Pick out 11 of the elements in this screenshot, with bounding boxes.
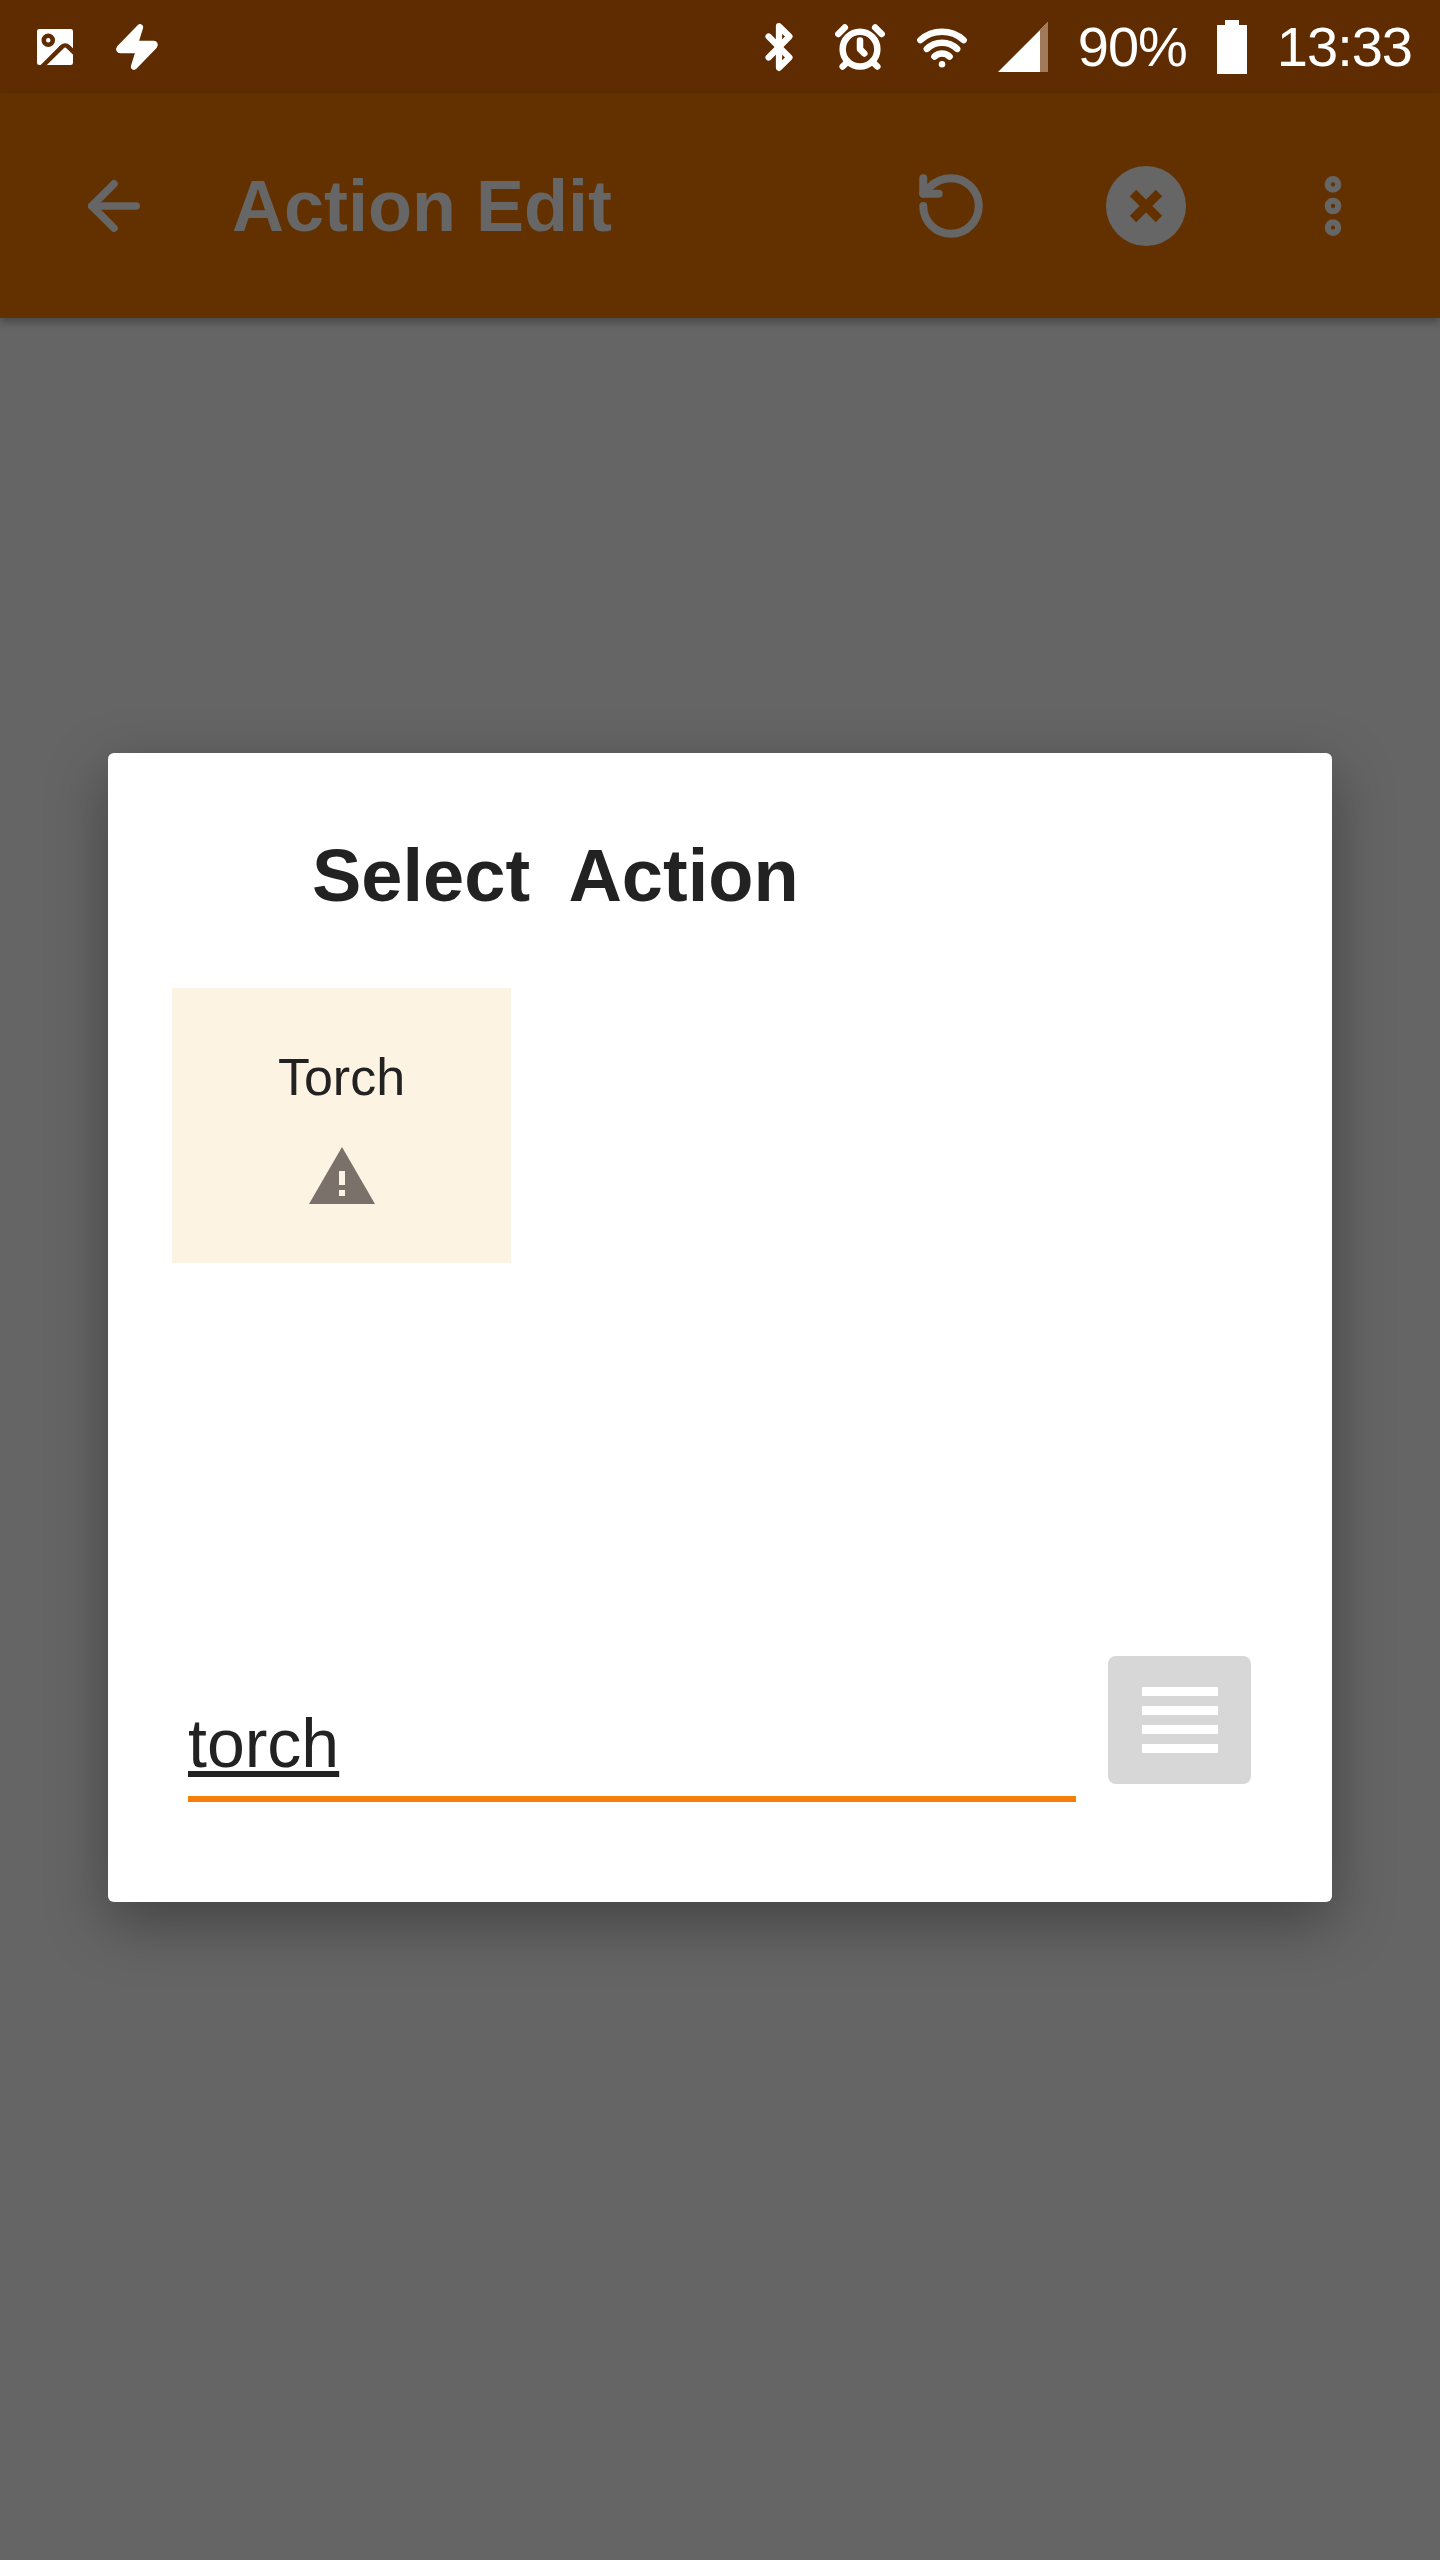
list-button[interactable] [1108,1656,1251,1784]
clock-time: 13:33 [1276,14,1412,79]
action-tile[interactable]: Torch [172,988,511,1263]
battery-percentage: 90% [1077,14,1187,79]
close-icon[interactable] [1106,165,1186,246]
battery-icon [1216,19,1247,74]
dialog-title: Select Action [312,833,800,918]
signal-icon [997,21,1048,72]
search-field[interactable]: torch [188,1704,1076,1802]
screen-title: Action Edit [232,164,612,247]
list-icon [1141,1687,1218,1753]
